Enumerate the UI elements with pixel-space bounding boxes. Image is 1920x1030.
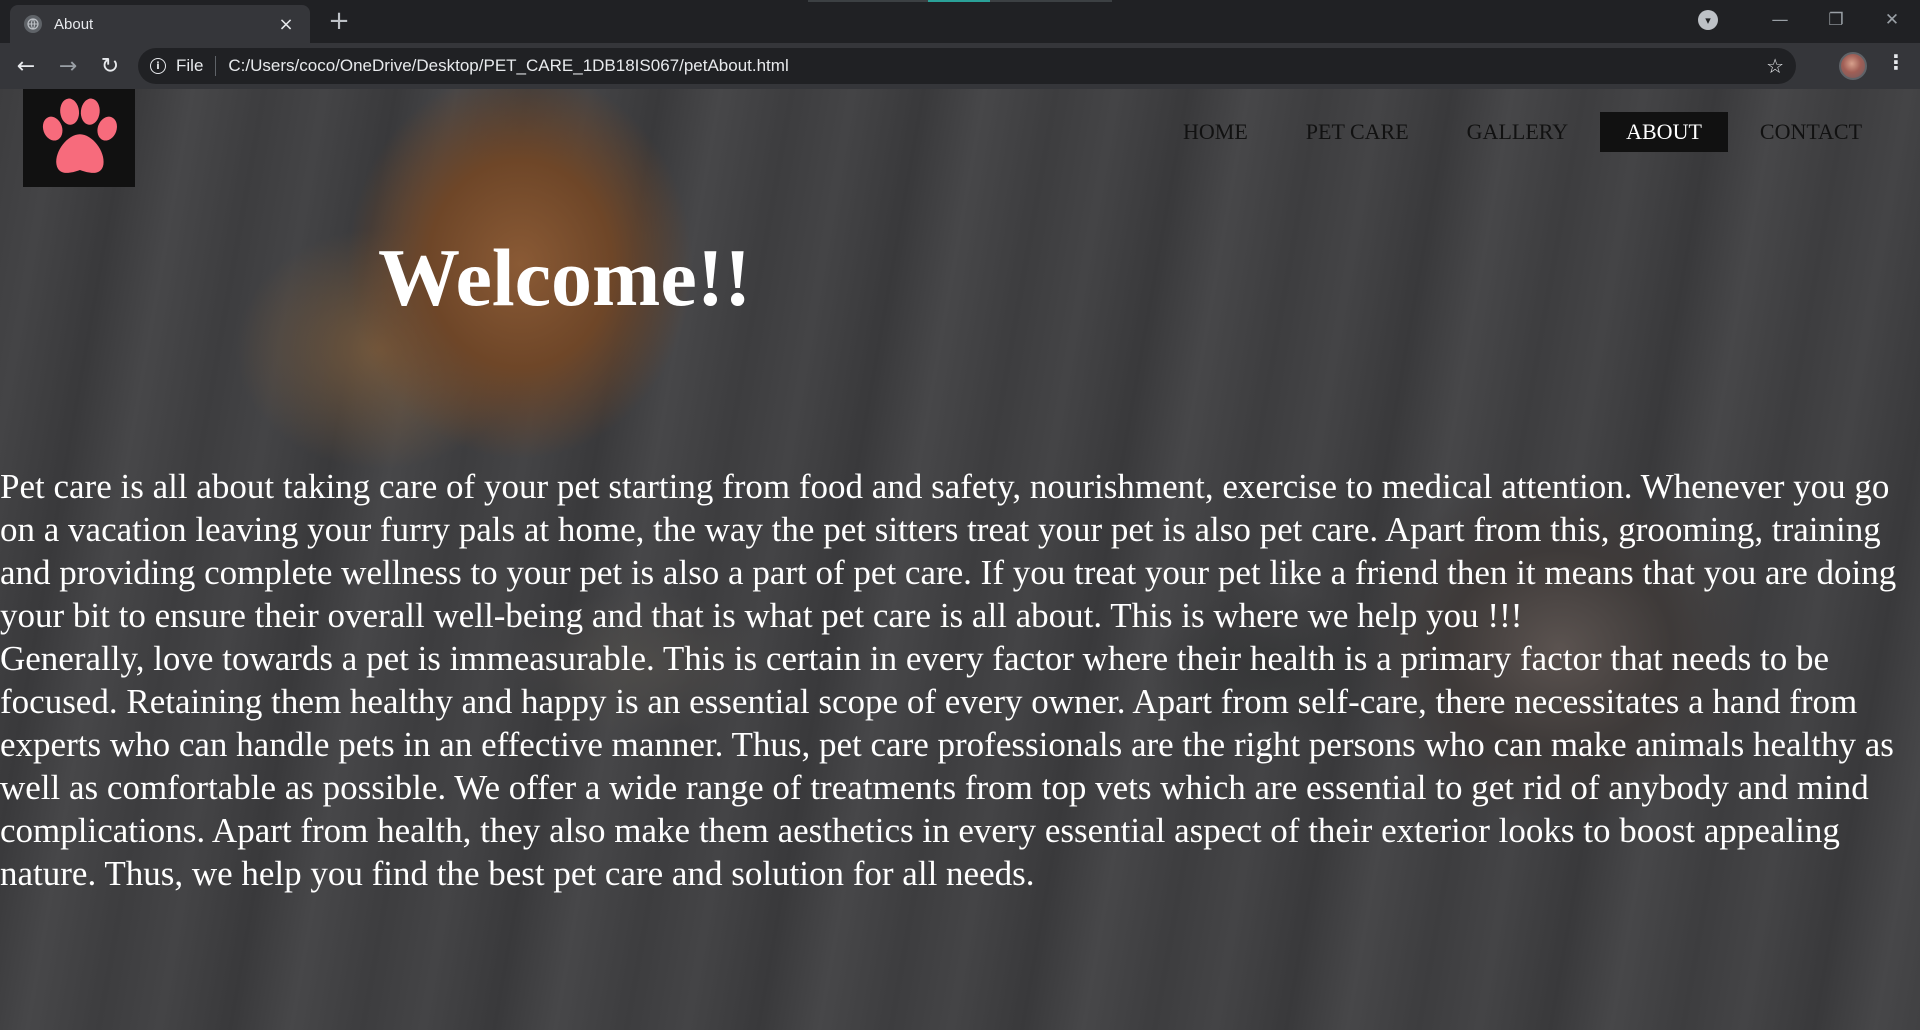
reload-icon[interactable]: ↻ <box>94 50 126 82</box>
kebab-menu-icon[interactable]: ⋮ <box>1880 50 1912 74</box>
window-controls: ▾ — ❐ ✕ <box>1698 0 1920 40</box>
about-paragraph-2: Generally, love towards a pet is immeasu… <box>0 639 1894 893</box>
bookmark-star-icon[interactable]: ☆ <box>1766 54 1784 78</box>
browser-tab-strip: About × + ▾ — ❐ ✕ <box>0 0 1920 43</box>
tab-strip-accent <box>928 0 990 2</box>
site-logo[interactable] <box>23 89 135 187</box>
address-bar[interactable]: i File C:/Users/coco/OneDrive/Desktop/PE… <box>138 48 1796 84</box>
restore-icon[interactable]: ❐ <box>1808 10 1864 30</box>
about-paragraph-1: Pet care is all about taking care of you… <box>0 467 1897 635</box>
nav-home[interactable]: HOME <box>1157 112 1274 152</box>
nav-contact[interactable]: CONTACT <box>1734 112 1888 152</box>
forward-arrow-icon[interactable]: → <box>52 50 84 82</box>
page-title: Welcome!! <box>378 232 752 323</box>
browser-toolbar: ← → ↻ i File C:/Users/coco/OneDrive/Desk… <box>0 43 1920 89</box>
tab-title: About <box>54 15 94 33</box>
close-window-icon[interactable]: ✕ <box>1864 10 1920 30</box>
nav-about[interactable]: ABOUT <box>1600 112 1728 152</box>
info-icon[interactable]: i <box>150 58 166 74</box>
nav-gallery[interactable]: GALLERY <box>1441 112 1594 152</box>
profile-avatar[interactable] <box>1839 52 1867 80</box>
about-content: Pet care is all about taking care of you… <box>0 465 1916 895</box>
site-nav: HOME PET CARE GALLERY ABOUT CONTACT <box>1151 112 1888 152</box>
globe-icon <box>24 15 42 33</box>
url-scheme-label: File <box>176 56 217 76</box>
url-text[interactable]: C:/Users/coco/OneDrive/Desktop/PET_CARE_… <box>228 56 1766 76</box>
tab-search-icon[interactable]: ▾ <box>1698 10 1718 30</box>
minimize-icon[interactable]: — <box>1752 10 1808 30</box>
close-tab-icon[interactable]: × <box>276 14 296 35</box>
new-tab-button[interactable]: + <box>322 6 356 36</box>
paw-icon <box>42 98 117 173</box>
nav-pet-care[interactable]: PET CARE <box>1280 112 1435 152</box>
browser-tab-about[interactable]: About × <box>10 5 310 43</box>
back-arrow-icon[interactable]: ← <box>10 50 42 82</box>
page-viewport: HOME PET CARE GALLERY ABOUT CONTACT Welc… <box>0 89 1920 1030</box>
